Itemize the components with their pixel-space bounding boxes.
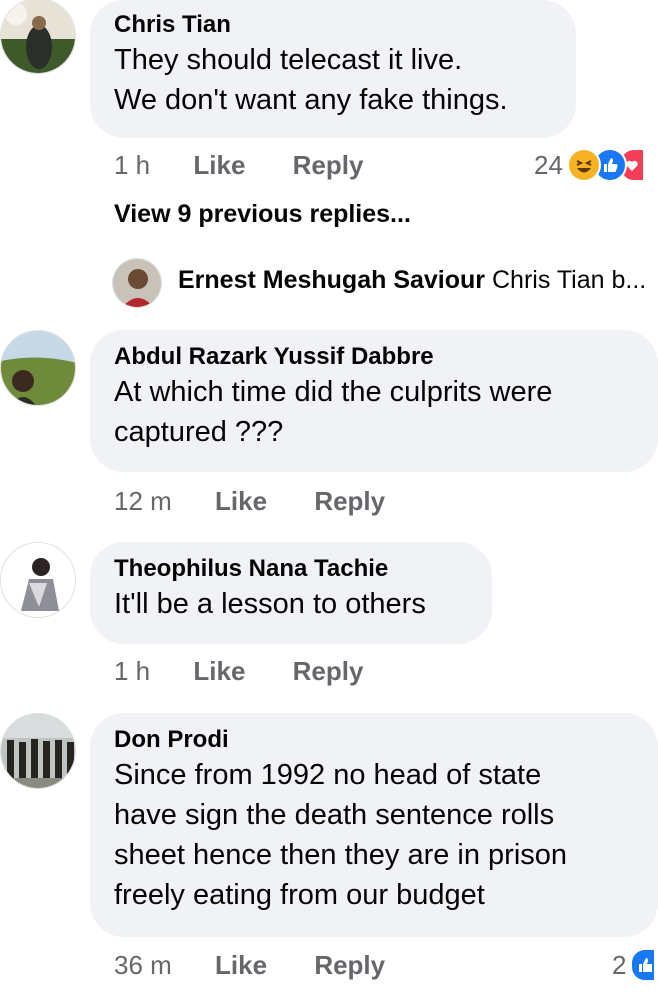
reply-button[interactable]: Reply — [314, 950, 385, 981]
like-button[interactable]: Like — [193, 150, 245, 181]
comment-text-line: We don't want any fake things. — [114, 84, 508, 116]
like-button[interactable]: Like — [193, 656, 245, 687]
reply-author[interactable]: Ernest Meshugah Saviour — [178, 266, 485, 294]
like-button[interactable]: Like — [215, 950, 267, 981]
comment-actions: 36 m Like Reply — [114, 950, 385, 981]
comment-actions: 12 m Like Reply — [114, 486, 385, 517]
comment-timestamp[interactable]: 36 m — [114, 950, 172, 981]
comment-timestamp[interactable]: 1 h — [114, 656, 150, 687]
comment-actions: 1 h Like Reply — [114, 150, 363, 181]
comment-author[interactable]: Chris Tian — [114, 10, 552, 40]
avatar[interactable] — [112, 258, 162, 308]
avatar[interactable] — [0, 0, 76, 74]
comment-timestamp[interactable]: 1 h — [114, 150, 150, 181]
reaction-count: 24 — [534, 149, 563, 180]
reaction-summary[interactable]: 24 — [534, 148, 645, 182]
comment-text-line: They should telecast it live. — [114, 44, 463, 76]
view-previous-replies-link[interactable]: View 9 previous replies... — [114, 200, 411, 229]
comment-text-line: Since from 1992 no head of state — [114, 759, 542, 791]
comment-text-line: captured ??? — [114, 416, 284, 448]
comment-bubble: Theophilus Nana Tachie It'll be a lesson… — [90, 542, 492, 644]
comment-bubble: Chris Tian They should telecast it live.… — [90, 0, 576, 138]
avatar[interactable] — [0, 330, 76, 406]
reaction-summary[interactable]: 2 — [612, 948, 657, 982]
comment-author[interactable]: Don Prodi — [114, 725, 634, 755]
comment-timestamp[interactable]: 12 m — [114, 486, 172, 517]
comment-author[interactable]: Abdul Razark Yussif Dabbre — [114, 342, 634, 372]
reply-button[interactable]: Reply — [293, 150, 364, 181]
comment-text-line: It'll be a lesson to others — [114, 588, 426, 620]
like-icon — [630, 948, 657, 982]
reaction-count: 2 — [612, 949, 627, 980]
comment-bubble: Don Prodi Since from 1992 no head of sta… — [90, 713, 658, 937]
reply-button[interactable]: Reply — [293, 656, 364, 687]
comment-text-line: At which time did the culprits were — [114, 376, 553, 408]
haha-icon — [566, 148, 601, 182]
comment-text-line: freely eating from our budget — [114, 879, 485, 911]
avatar[interactable] — [0, 713, 76, 789]
reply-preview-text: Ernest Meshugah Saviour Chris Tian b... — [178, 266, 658, 295]
comment-text-line: sheet hence then they are in prison — [114, 839, 568, 871]
like-button[interactable]: Like — [215, 486, 267, 517]
reply-snippet: Chris Tian b... — [491, 266, 647, 294]
reply-button[interactable]: Reply — [314, 486, 385, 517]
comment-text-line: have sign the death sentence rolls — [114, 799, 555, 831]
comment-actions: 1 h Like Reply — [114, 656, 363, 687]
avatar[interactable] — [0, 542, 76, 618]
reply-preview[interactable]: Ernest Meshugah Saviour Chris Tian b... — [112, 256, 658, 310]
comment-bubble: Abdul Razark Yussif Dabbre At which time… — [90, 330, 658, 472]
comment-author[interactable]: Theophilus Nana Tachie — [114, 554, 468, 584]
